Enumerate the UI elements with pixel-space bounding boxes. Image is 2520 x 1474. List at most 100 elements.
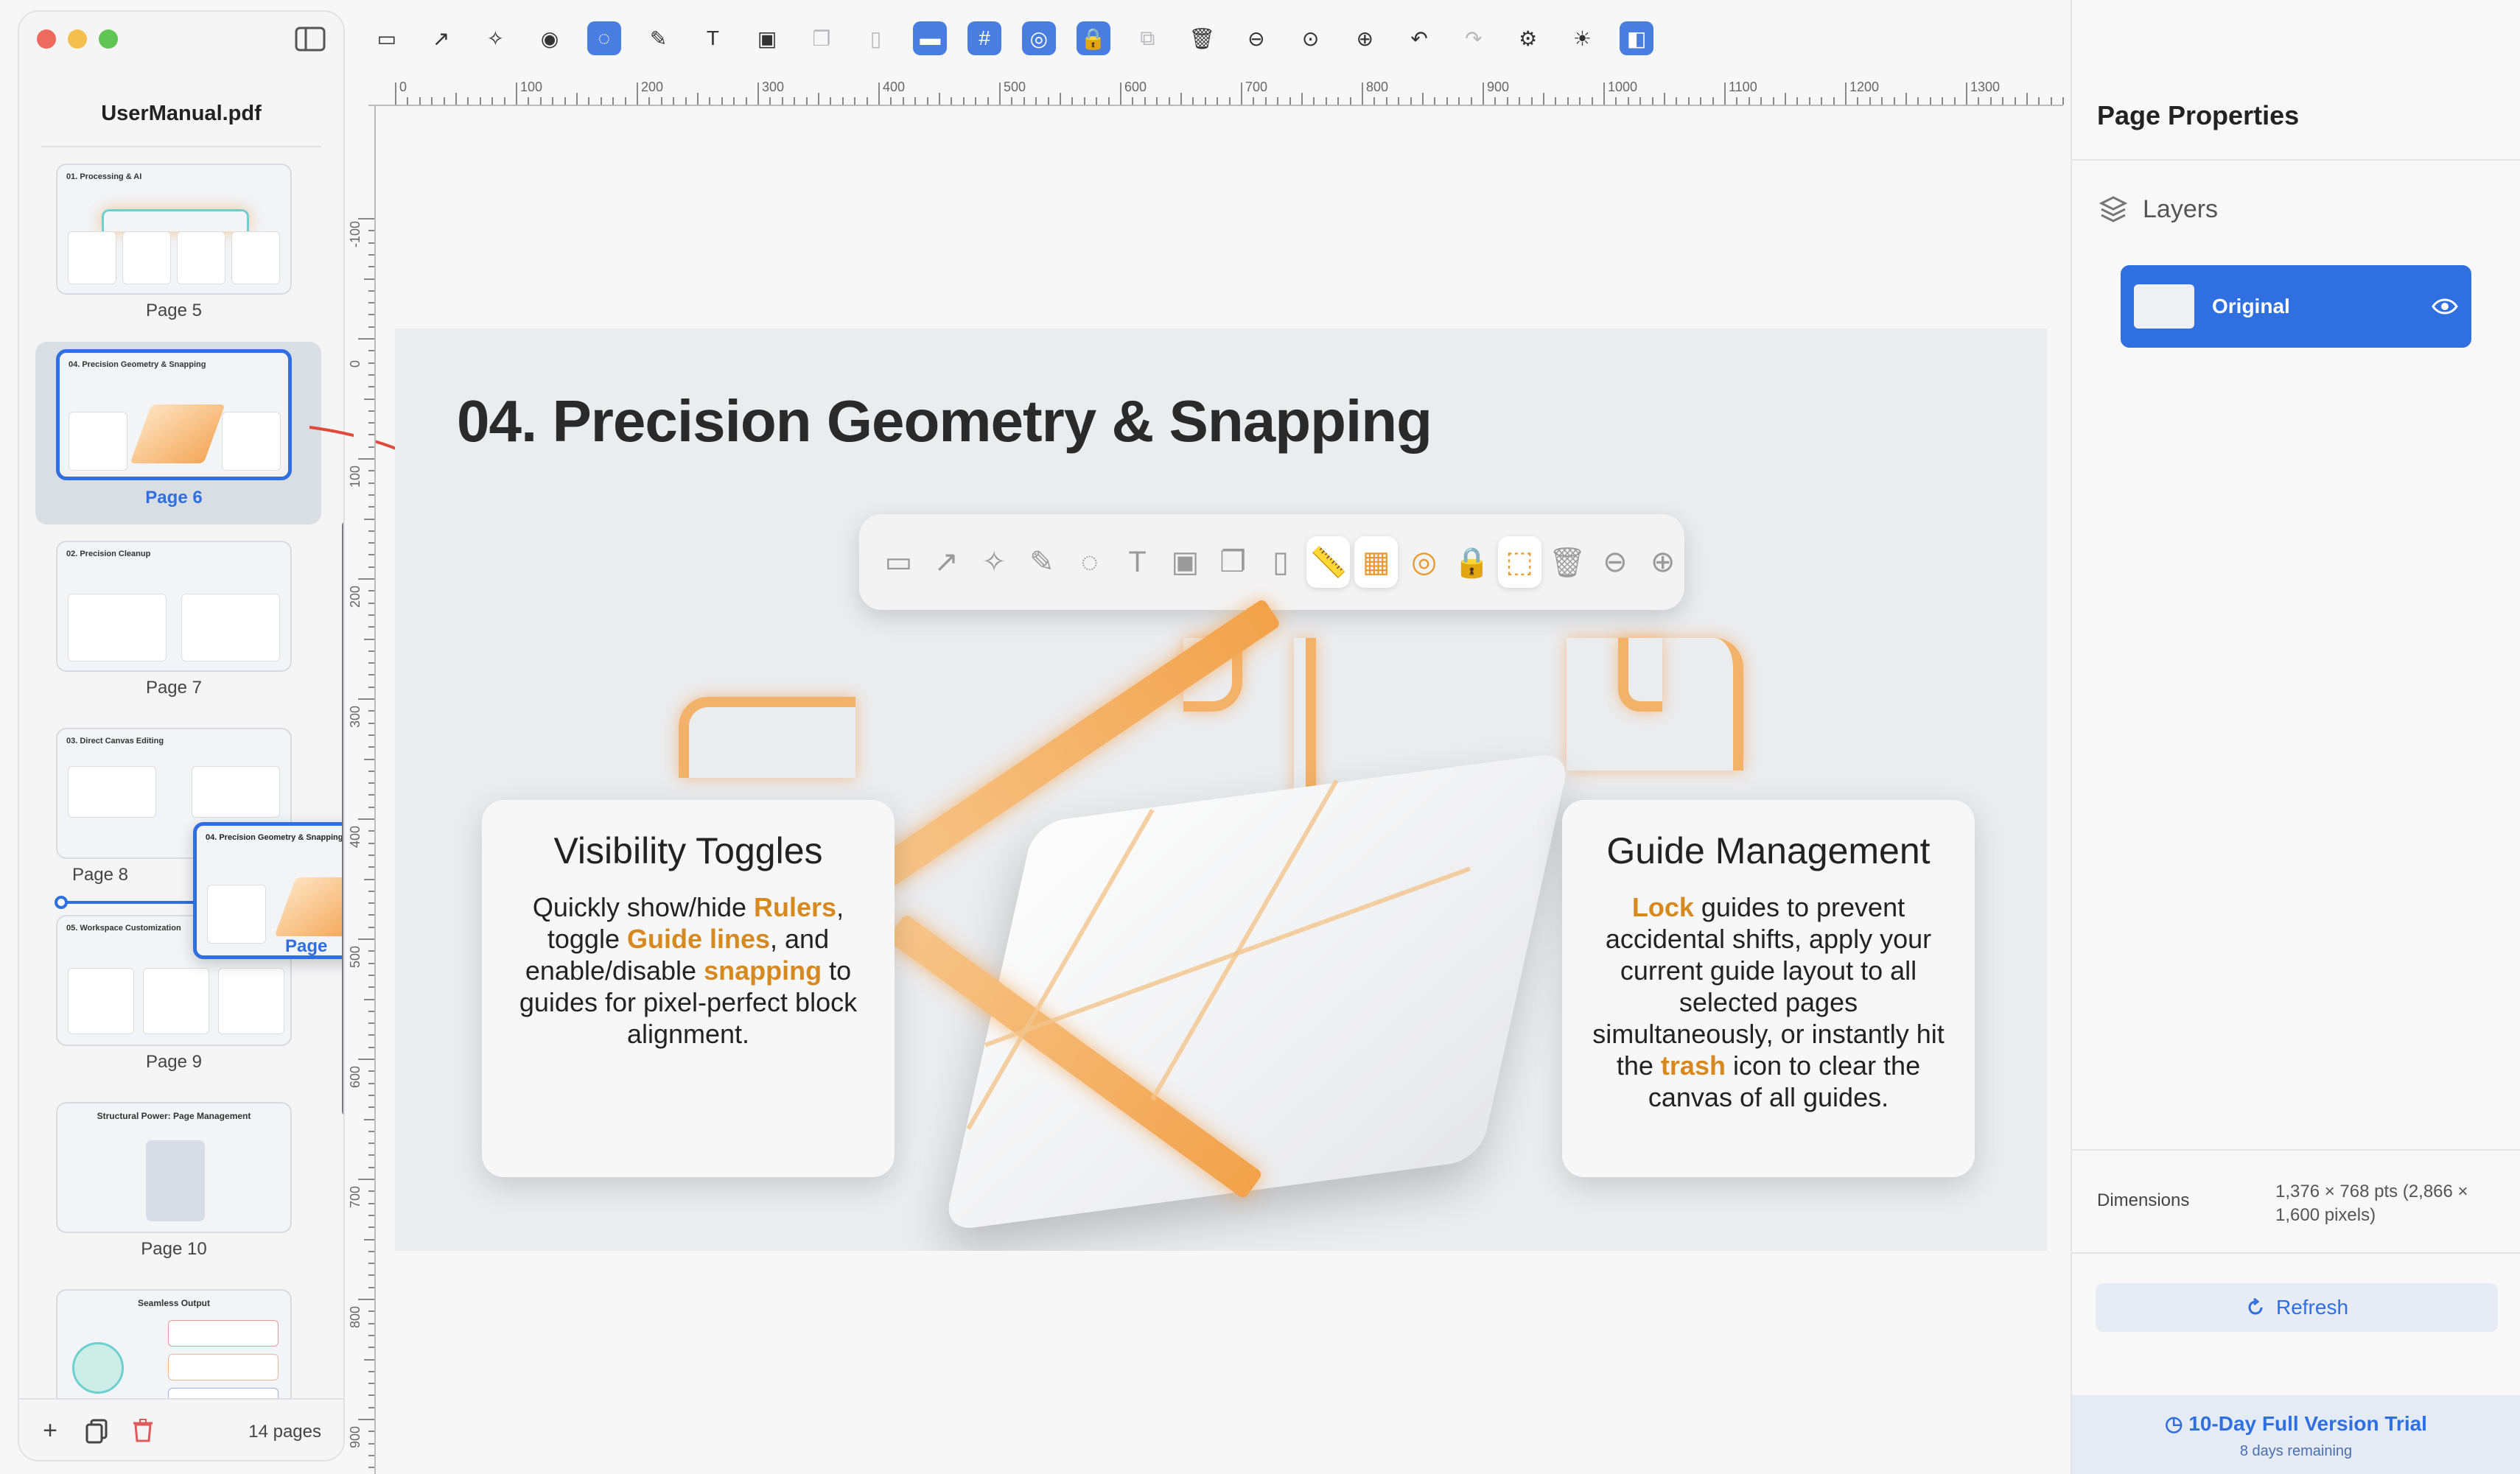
trial-banner[interactable]: ◷ 10-Day Full Version Trial 8 days remai… bbox=[2072, 1395, 2520, 1474]
ruler-tick bbox=[1373, 97, 1376, 105]
eye-icon[interactable] bbox=[2432, 298, 2458, 315]
lock-button[interactable]: 🔒 bbox=[1066, 16, 1121, 60]
zoom-in-button[interactable]: ⊕ bbox=[1338, 16, 1393, 60]
ruler-tick bbox=[368, 746, 374, 748]
ruler-tick bbox=[1096, 97, 1098, 105]
trash-button[interactable]: 🗑 bbox=[1175, 16, 1229, 60]
layers-button[interactable]: ▭ bbox=[360, 16, 414, 60]
ruler-tick bbox=[455, 93, 457, 105]
ruler-tick bbox=[364, 638, 374, 640]
ruler-tick bbox=[368, 686, 374, 688]
minimize-window-button[interactable] bbox=[68, 29, 87, 49]
ruler-tick bbox=[368, 1347, 374, 1349]
brush-button[interactable]: ✎ bbox=[631, 16, 686, 60]
page-properties-panel: Page Properties Layers Original Dimensio… bbox=[2071, 0, 2520, 1474]
delete-page-icon[interactable] bbox=[130, 1417, 156, 1444]
close-window-button[interactable] bbox=[37, 29, 56, 49]
ruler-tick bbox=[1664, 93, 1665, 105]
clipboard-button[interactable]: ▯ bbox=[849, 16, 903, 60]
undo-button[interactable]: ↶ bbox=[1392, 16, 1446, 60]
dimensions-value: 1,376 × 768 pts (2,866 × 1,600 pixels) bbox=[2275, 1182, 2468, 1225]
ruler-tick bbox=[368, 326, 374, 328]
zoom-out-button[interactable]: ⊖ bbox=[1229, 16, 1284, 60]
layer-name: Original bbox=[2212, 295, 2290, 317]
layer-item-original[interactable]: Original bbox=[2121, 265, 2471, 348]
sidebar-toggle-icon[interactable] bbox=[295, 27, 326, 52]
zoom-reset-button[interactable]: ⊙ bbox=[1284, 16, 1338, 60]
brightness-icon: ☀ bbox=[1572, 27, 1592, 50]
ruler-button[interactable]: ▬ bbox=[903, 16, 958, 60]
thumbnail-title: Structural Power: Page Management bbox=[97, 1111, 251, 1121]
ruler-tick bbox=[1192, 97, 1194, 105]
page-thumbnail-selected[interactable]: 04. Precision Geometry & Snapping bbox=[56, 349, 292, 480]
page-thumbnail[interactable]: Seamless Output bbox=[56, 1289, 292, 1416]
refresh-button[interactable]: Refresh bbox=[2096, 1283, 2498, 1332]
grid-button[interactable]: # bbox=[957, 16, 1012, 60]
ruler-tick bbox=[368, 1310, 374, 1313]
ruler-tick bbox=[733, 97, 735, 105]
ruler-tick bbox=[1241, 83, 1242, 105]
add-page-button[interactable]: + bbox=[37, 1417, 63, 1444]
page-thumbnail[interactable]: 01. Processing & AI bbox=[56, 164, 292, 295]
ruler-tick bbox=[1591, 97, 1593, 105]
ruler-tick bbox=[368, 1130, 374, 1132]
page-thumbnail[interactable]: Structural Power: Page Management bbox=[56, 1102, 292, 1233]
ruler-tick bbox=[1917, 97, 1919, 105]
ruler-tick bbox=[673, 97, 675, 105]
clipboard-icon: ▯ bbox=[1273, 546, 1289, 578]
ruler-label: 900 bbox=[348, 1425, 363, 1448]
ruler-tick bbox=[368, 1022, 374, 1025]
ruler-tick bbox=[368, 554, 374, 556]
brightness-button[interactable]: ☀ bbox=[1555, 16, 1610, 60]
image-button[interactable]: ▣ bbox=[740, 16, 794, 60]
ruler-tick bbox=[648, 97, 651, 105]
ruler-tick bbox=[2026, 93, 2028, 105]
horizontal-ruler[interactable]: 0 100 200 300 400 500 600 700 800 900 1000 1100 1200… bbox=[368, 74, 2076, 106]
snap-icon: ⬚ bbox=[1497, 536, 1541, 588]
geometry-slab-graphic bbox=[942, 751, 1572, 1232]
duplicate-page-icon[interactable] bbox=[84, 1417, 111, 1444]
ruler-tick bbox=[1035, 97, 1037, 105]
lasso-button[interactable]: ◌ bbox=[577, 16, 631, 60]
copy-button[interactable]: ❐ bbox=[794, 16, 849, 60]
text-button[interactable]: T bbox=[686, 16, 741, 60]
ruler-tick bbox=[368, 1467, 374, 1469]
eye-button[interactable]: ◉ bbox=[522, 16, 577, 60]
ruler-tick bbox=[1639, 97, 1642, 105]
ruler-tick bbox=[368, 1394, 374, 1397]
settings-button[interactable]: ⚙ bbox=[1501, 16, 1555, 60]
zoom-window-button[interactable] bbox=[99, 29, 118, 49]
export-button[interactable]: ↗ bbox=[414, 16, 469, 60]
ruler-label: 0 bbox=[399, 80, 407, 94]
ruler-label: 800 bbox=[1366, 80, 1389, 94]
eye-icon: ◉ bbox=[540, 27, 559, 50]
ruler-tick bbox=[1724, 83, 1726, 105]
canvas-page[interactable]: 04. Precision Geometry & Snapping ▭ ↗ ✧ … bbox=[395, 329, 2047, 1251]
ruler-tick bbox=[721, 97, 723, 105]
settings-icon: ⚙ bbox=[1519, 27, 1538, 50]
ruler-tick bbox=[1132, 97, 1134, 105]
redo-button[interactable]: ↷ bbox=[1446, 16, 1501, 60]
target-button[interactable]: ◎ bbox=[1012, 16, 1066, 60]
ruler-tick bbox=[364, 278, 374, 280]
ruler-tick bbox=[975, 97, 977, 105]
ruler-tick bbox=[368, 1143, 374, 1145]
ruler-tick bbox=[368, 422, 374, 424]
ruler-tick bbox=[1772, 97, 1774, 105]
duplicate-button[interactable]: ⧉ bbox=[1121, 16, 1175, 60]
ruler-tick bbox=[368, 830, 374, 832]
ruler-tick bbox=[1530, 97, 1533, 105]
ruler-tick bbox=[1325, 97, 1327, 105]
vertical-ruler[interactable]: -100 0 100 200 300 400 500 600 700 800 900 bbox=[348, 106, 376, 1474]
panel-toggle-button[interactable]: ◧ bbox=[1609, 16, 1664, 60]
ruler-tick bbox=[1881, 97, 1883, 105]
ruler-tick bbox=[2014, 97, 2016, 105]
ruler-tick bbox=[539, 97, 542, 105]
illustrated-toolbar: ▭ ↗ ✧ ✎ ◌ T ▣ ❐ ▯ 📏 ▦ ◎ 🔒 ⬚ 🗑 ⊖ ⊕ bbox=[859, 514, 1684, 610]
ruler-tick bbox=[364, 1118, 374, 1120]
page-thumbnail[interactable]: 02. Precision Cleanup bbox=[56, 541, 292, 672]
magic-wand-button[interactable]: ✧ bbox=[469, 16, 523, 60]
ruler-tick bbox=[368, 974, 374, 976]
lasso-icon: ◌ bbox=[1080, 545, 1099, 578]
ruler-tick bbox=[528, 97, 530, 105]
